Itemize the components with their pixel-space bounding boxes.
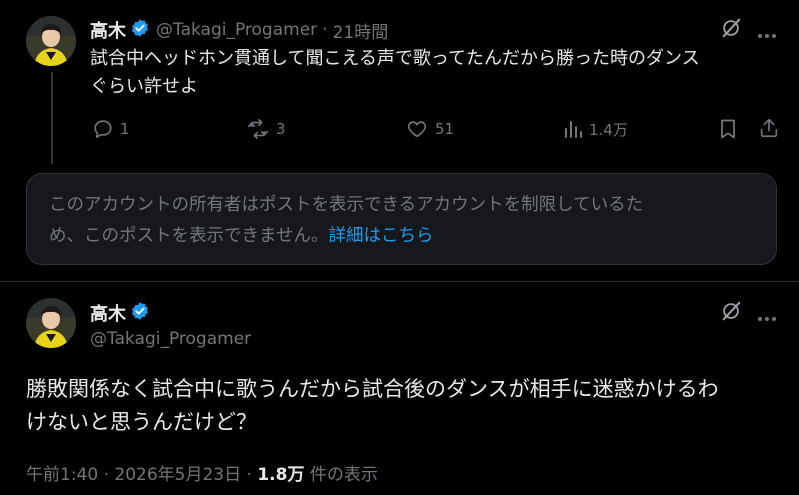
post-time[interactable]: 21時間 <box>333 18 389 43</box>
repost-icon <box>248 119 268 139</box>
post-meta: 午前1:40 · 2026年5月23日 · 1.8万 件の表示 <box>26 460 378 485</box>
post-date[interactable]: 2026年5月23日 <box>114 465 241 485</box>
avatar[interactable] <box>26 298 76 348</box>
meta-dot: · <box>246 465 252 485</box>
author-handle[interactable]: @Takagi_Progamer <box>156 20 317 40</box>
verified-icon <box>130 18 150 42</box>
author-name[interactable]: 高木 <box>90 17 126 43</box>
grok-icon[interactable] <box>720 17 742 43</box>
verified-icon <box>130 301 150 325</box>
share-icon[interactable] <box>758 117 780 143</box>
separator-dot: · <box>322 20 328 40</box>
notice-text-line2: め、このポストを表示できません。 <box>49 226 329 246</box>
thread-line <box>51 72 53 164</box>
reply-button[interactable]: 1 <box>92 118 130 140</box>
author-handle[interactable]: @Takagi_Progamer <box>90 329 251 349</box>
repost-button[interactable]: 3 <box>246 118 286 140</box>
views-icon <box>565 121 582 138</box>
repost-count: 3 <box>276 120 286 138</box>
post-text: 試合中ヘッドホン貫通して聞こえる声で歌ってたんだから勝った時のダンス ぐらい許せ… <box>90 45 780 101</box>
restricted-notice: このアカウントの所有者はポストを表示できるアカウントを制限しているた め、このポ… <box>26 173 777 265</box>
avatar[interactable] <box>26 16 76 66</box>
reply-icon <box>94 120 112 139</box>
views-button[interactable]: 1.4万 <box>563 118 628 140</box>
more-icon[interactable] <box>757 307 777 326</box>
post-time[interactable]: 午前1:40 <box>26 465 98 485</box>
more-icon[interactable] <box>757 24 777 43</box>
author-name[interactable]: 高木 <box>90 300 126 326</box>
notice-text: このアカウントの所有者はポストを表示できるアカウントを制限しているた め、このポ… <box>49 190 749 252</box>
grok-icon[interactable] <box>720 300 742 326</box>
main-post-text: 勝敗関係なく試合中に歌うんだから試合後のダンスが相手に迷惑かけるわ けないと思う… <box>26 373 786 439</box>
post-text-line2: ぐらい許せよ <box>90 76 198 97</box>
bookmark-icon[interactable] <box>718 118 738 144</box>
main-post-text-line1: 勝敗関係なく試合中に歌うんだから試合後のダンスが相手に迷惑かけるわ <box>26 377 719 401</box>
notice-text-line1: このアカウントの所有者はポストを表示できるアカウントを制限しているた <box>49 195 644 215</box>
main-post-text-line2: けないと思うんだけど？ <box>26 410 257 434</box>
views-count: 1.4万 <box>589 120 628 139</box>
like-icon <box>407 121 427 138</box>
views-count: 1.8万 <box>257 465 305 485</box>
learn-more-link[interactable]: 詳細はこちら <box>328 226 433 246</box>
like-button[interactable]: 51 <box>405 118 454 140</box>
reply-count: 1 <box>120 120 130 138</box>
views-label: 件の表示 <box>309 465 378 485</box>
like-count: 51 <box>435 120 455 138</box>
divider <box>0 281 799 282</box>
post-text-line1: 試合中ヘッドホン貫通して聞こえる声で歌ってたんだから勝った時のダンス <box>90 48 700 69</box>
meta-dot: · <box>103 465 109 485</box>
